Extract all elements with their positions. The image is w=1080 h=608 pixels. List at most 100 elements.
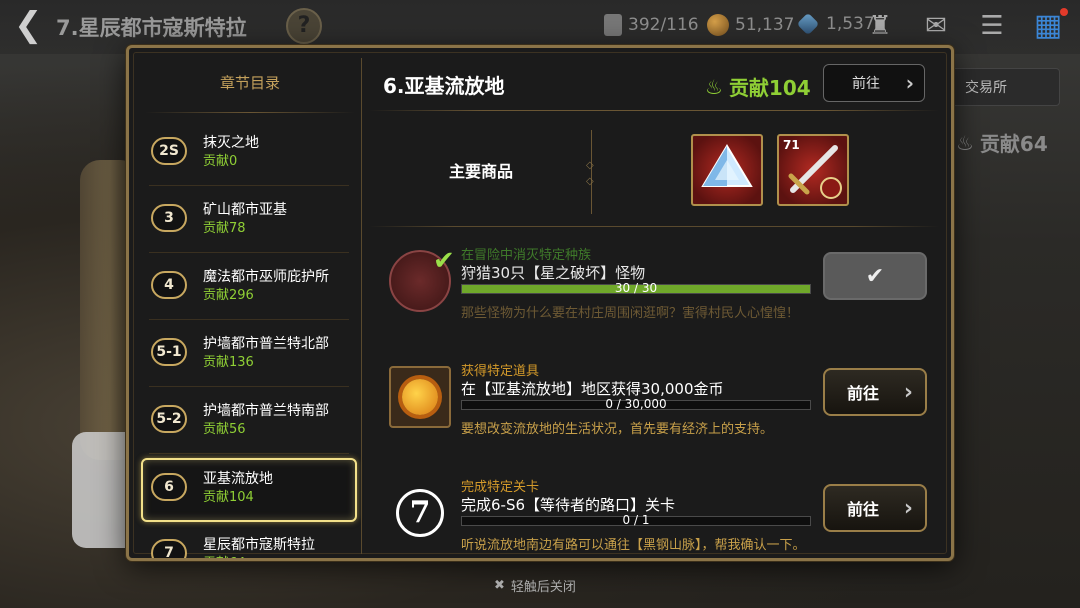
help-button[interactable]: ?: [286, 8, 322, 44]
chapter-badge: 5-1: [151, 338, 187, 366]
crystal-pyramid-icon: [701, 144, 753, 187]
item-level: 71: [783, 138, 800, 152]
chapter-separator: [149, 453, 349, 454]
quest-complete-button[interactable]: ✔: [823, 252, 927, 300]
chapter-detail-panel: 6.亚基流放地 ♨ 贡献104 前往 › 主要商品 71: [369, 48, 949, 558]
quest-progress-text: 30 / 30: [614, 281, 658, 295]
chevron-right-icon: ›: [903, 496, 913, 521]
fatigue-value: 392/116: [628, 15, 699, 35]
background-exchange-tab: 交易所: [950, 68, 1060, 106]
contribution-modal: 章节目录 2S 抹灭之地 贡献0 3 矿山都市亚基 贡献78 4 魔法都市巫师庇…: [126, 45, 954, 561]
chapter-item-2s[interactable]: 2S 抹灭之地 贡献0: [141, 122, 357, 186]
page-title: 7.星辰都市寇斯特拉: [56, 16, 247, 40]
chapter-name: 魔法都市巫师庇护所: [203, 269, 329, 285]
chapter-contribution: 贡献136: [203, 355, 254, 370]
close-hint-label: 轻触后关闭: [510, 580, 576, 595]
chapter-name: 护墙都市普兰特北部: [203, 336, 329, 352]
chapter-item-3[interactable]: 3 矿山都市亚基 贡献78: [141, 189, 357, 253]
quest-goto-label: 前往: [847, 500, 880, 519]
chapter-badge: 3: [151, 204, 187, 232]
header-divider: [369, 110, 939, 111]
stage-quest-icon: 7: [389, 482, 451, 544]
quest-text: 完成6-S6【等待者的路口】关卡: [461, 496, 676, 514]
goods-divider-bottom: [369, 226, 939, 227]
chapter-separator: [149, 252, 349, 253]
quest-description: 要想改变流放地的生活状况，首先要有经济上的支持。: [461, 422, 774, 437]
chapter-contribution: 贡献64: [203, 552, 246, 558]
guild-icon[interactable]: ♜: [862, 8, 898, 44]
hunt-quest-icon: ✔: [389, 246, 455, 312]
back-arrow-icon[interactable]: ❮: [14, 8, 48, 44]
chapter-list-panel: 章节目录 2S 抹灭之地 贡献0 3 矿山都市亚基 贡献78 4 魔法都市巫师庇…: [139, 48, 361, 558]
chapter-detail-contribution: ♨ 贡献104: [705, 72, 811, 101]
quest-goto-button[interactable]: 前往 ›: [823, 484, 927, 532]
chapter-badge: 4: [151, 271, 187, 299]
close-hint[interactable]: ✖ 轻触后关闭: [494, 576, 576, 595]
goods-item-crystal[interactable]: [691, 134, 763, 206]
fatigue-counter: 392/116: [604, 14, 699, 36]
chevron-right-icon: ›: [905, 71, 914, 95]
chapter-seven-emblem-icon: 7: [396, 489, 444, 537]
gold-coin-icon: [402, 379, 438, 415]
check-icon: ✔: [433, 246, 455, 276]
close-icon: ✖: [494, 578, 505, 593]
goods-divider: [586, 130, 594, 214]
goto-button-label: 前往: [852, 76, 880, 92]
chapter-contribution: 贡献56: [203, 422, 246, 437]
column-divider: [361, 58, 362, 554]
chapter-separator: [149, 185, 349, 186]
chapter-contribution: 贡献0: [203, 154, 238, 169]
quest-description: 那些怪物为什么要在村庄周围闲逛啊？害得村民人心惶惶！: [461, 306, 800, 321]
chapter-item-6-selected[interactable]: 6 亚基流放地 贡献104: [141, 458, 357, 522]
chapter-item-5-1[interactable]: 5-1 护墙都市普兰特北部 贡献136: [141, 323, 357, 387]
chapter-name: 亚基流放地: [203, 471, 273, 487]
quest-progress-text: 0 / 1: [622, 513, 650, 527]
chevron-right-icon: ›: [903, 380, 913, 405]
quest-progress-text: 0 / 30,000: [605, 397, 667, 411]
chapter-badge: 5-2: [151, 405, 187, 433]
chapter-item-5-2[interactable]: 5-2 护墙都市普兰特南部 贡献56: [141, 390, 357, 454]
notification-dot: [1060, 8, 1068, 16]
gold-coin-icon: [707, 14, 729, 36]
chapter-separator: [149, 386, 349, 387]
top-icon-group: ♜ ✉ ☰ ▦: [862, 8, 1068, 44]
chapter-item-7[interactable]: 7 星辰都市寇斯特拉 贡献64: [141, 524, 357, 558]
chapter-name: 护墙都市普兰特南部: [203, 403, 329, 419]
quest-goto-label: 前往: [847, 384, 880, 403]
main-goods-label: 主要商品: [449, 162, 514, 181]
chapter-name: 矿山都市亚基: [203, 202, 287, 218]
chapter-list-title: 章节目录: [219, 74, 280, 92]
chapter-contribution: 贡献104: [203, 490, 254, 505]
gold-quest-icon: [389, 366, 451, 428]
chapter-name: 星辰都市寇斯特拉: [203, 537, 315, 553]
goto-button[interactable]: 前往 ›: [823, 64, 925, 102]
chapter-contribution: 贡献296: [203, 288, 254, 303]
background-contribution-value: 贡献64: [979, 132, 1048, 156]
chapter-contribution: 贡献78: [203, 221, 246, 236]
gem-icon: [796, 12, 820, 36]
fatigue-icon: [604, 14, 622, 36]
quest-item-stage: 7 完成特定关卡 完成6-S6【等待者的路口】关卡 0 / 1 听说流放地南边有…: [369, 472, 939, 558]
chapter-detail-title: 6.亚基流放地: [383, 74, 505, 98]
chapter-separator: [149, 319, 349, 320]
chapter-badge: 2S: [151, 137, 187, 165]
title-divider: [145, 112, 355, 113]
quest-goto-button[interactable]: 前往 ›: [823, 368, 927, 416]
quest-category: 完成特定关卡: [461, 480, 540, 495]
quest-category: 在冒险中消灭特定种族: [461, 248, 592, 263]
quest-description: 听说流放地南边有路可以通往【黑钢山脉】，帮我确认一下。: [461, 538, 806, 553]
quest-item-hunt: ✔ 在冒险中消灭特定种族 狩猎30只【星之破坏】怪物 30 / 30 那些怪物为…: [369, 240, 939, 340]
chat-icon[interactable]: ☰: [974, 8, 1010, 44]
mail-icon[interactable]: ✉: [918, 8, 954, 44]
chapter-item-4[interactable]: 4 魔法都市巫师庇护所 贡献296: [141, 256, 357, 320]
contribution-icon: ♨: [956, 130, 974, 155]
chapter-detail-contribution-value: 贡献104: [728, 76, 811, 100]
contribution-icon: ♨: [705, 74, 723, 99]
menu-grid-icon[interactable]: ▦: [1030, 8, 1068, 44]
quest-category: 获得特定道具: [461, 364, 540, 379]
goods-item-sword[interactable]: 71: [777, 134, 849, 206]
quest-item-gold: 获得特定道具 在【亚基流放地】地区获得30,000金币 0 / 30,000 要…: [369, 356, 939, 456]
chapter-badge: 6: [151, 473, 187, 501]
chapter-badge: 7: [151, 539, 187, 558]
background-contribution: ♨ 贡献64: [956, 128, 1048, 157]
